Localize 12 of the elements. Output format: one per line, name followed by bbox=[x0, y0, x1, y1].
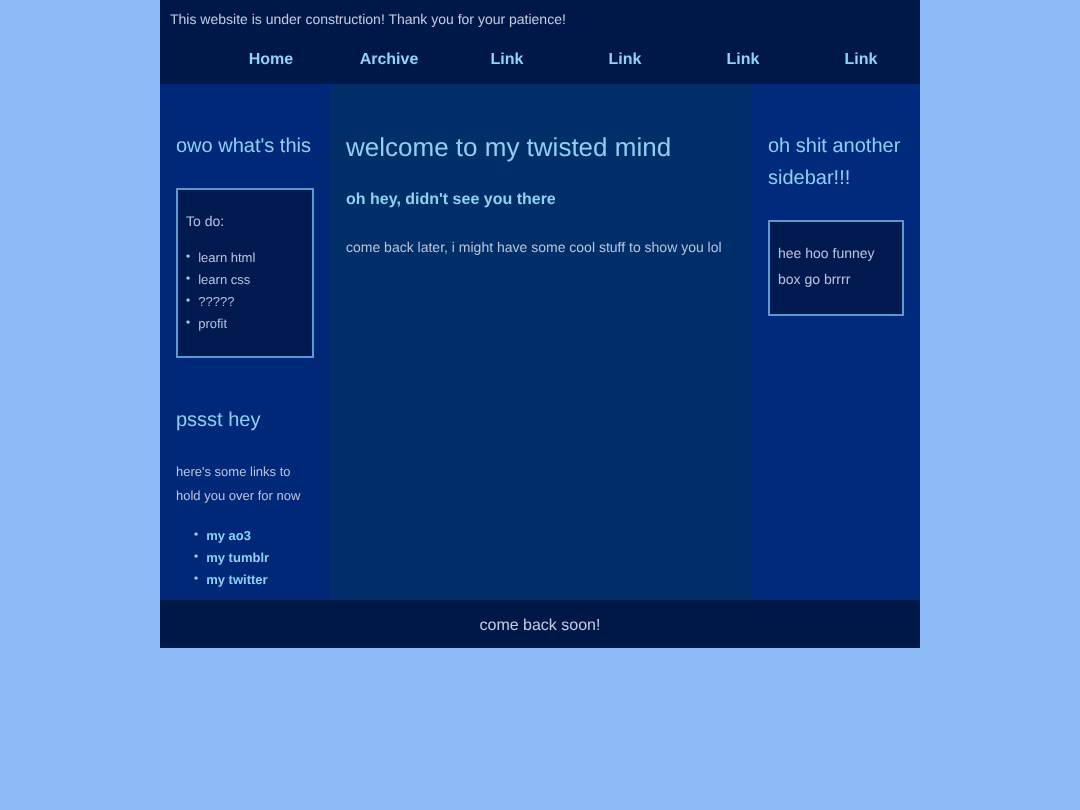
footer-text: come back soon! bbox=[479, 615, 601, 633]
nav-link[interactable]: Archive bbox=[330, 50, 448, 68]
page-title: welcome to my twisted mind bbox=[346, 132, 674, 162]
sidebar-heading: pssst hey bbox=[176, 408, 263, 436]
nav-link[interactable]: Link bbox=[566, 50, 684, 68]
nav-link[interactable]: Link bbox=[802, 50, 920, 68]
sidebar-heading: oh shit another sidebar!!! bbox=[768, 134, 903, 194]
nav-link[interactable]: Home bbox=[212, 50, 330, 68]
sidebar-heading: owo what's this bbox=[176, 134, 313, 162]
nav-link[interactable]: Link bbox=[448, 50, 566, 68]
nav-link[interactable]: Link bbox=[684, 50, 802, 68]
subtitle: oh hey, didn't see you there bbox=[346, 190, 558, 208]
